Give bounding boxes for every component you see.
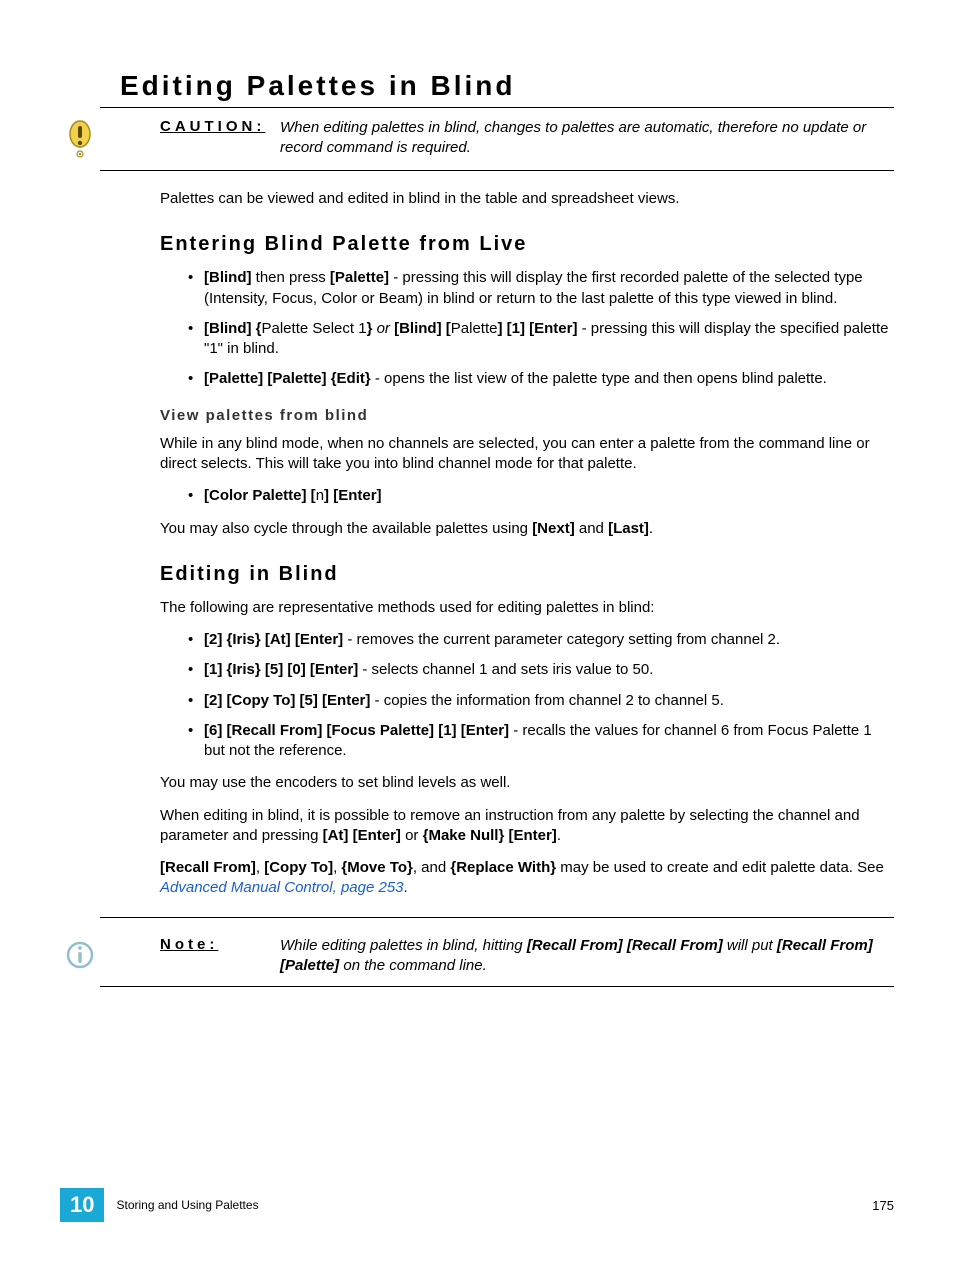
main-content: Palettes can be viewed and edited in bli…	[160, 189, 894, 899]
note-rule-bottom	[100, 986, 894, 987]
note-rule-top	[100, 917, 894, 918]
section2-list: [2] {Iris} [At] [Enter] - removes the cu…	[188, 630, 894, 761]
chapter-number: 10	[60, 1188, 104, 1222]
paragraph: While in any blind mode, when no channel…	[160, 434, 894, 475]
caution-label: CAUTION:	[160, 118, 280, 135]
section2-heading: Editing in Blind	[160, 561, 894, 588]
list-item: [Blind] {Palette Select 1} or [Blind] [P…	[188, 319, 894, 360]
info-icon	[66, 938, 94, 972]
note-text: While editing palettes in blind, hitting…	[280, 936, 894, 977]
caution-text: When editing palettes in blind, changes …	[280, 118, 894, 159]
page-title: Editing Palettes in Blind	[120, 70, 894, 102]
list-item: [2] {Iris} [At] [Enter] - removes the cu…	[188, 630, 894, 650]
paragraph: When editing in blind, it is possible to…	[160, 806, 894, 847]
intro-paragraph: Palettes can be viewed and edited in bli…	[160, 189, 894, 209]
list-item: [1] {Iris} [5] [0] [Enter] - selects cha…	[188, 660, 894, 680]
paragraph: You may use the encoders to set blind le…	[160, 773, 894, 793]
section1-heading: Entering Blind Palette from Live	[160, 231, 894, 258]
page-footer: 10 Storing and Using Palettes 175	[60, 1188, 894, 1222]
paragraph: [Recall From], [Copy To], {Move To}, and…	[160, 858, 894, 899]
note-label: Note:	[160, 936, 280, 953]
section1-sub-list: [Color Palette] [n] [Enter]	[188, 486, 894, 506]
list-item: [Color Palette] [n] [Enter]	[188, 486, 894, 506]
caution-icon	[66, 120, 94, 160]
section1-subheading: View palettes from blind	[160, 406, 894, 426]
list-item: [Palette] [Palette] {Edit} - opens the l…	[188, 369, 894, 389]
caution-callout: CAUTION: When editing palettes in blind,…	[60, 118, 894, 160]
section1-list: [Blind] then press [Palette] - pressing …	[188, 268, 894, 389]
paragraph: You may also cycle through the available…	[160, 519, 894, 539]
note-callout: Note: While editing palettes in blind, h…	[60, 936, 894, 977]
page-number: 175	[872, 1198, 894, 1213]
cross-ref-link[interactable]: Advanced Manual Control, page 253	[160, 879, 404, 896]
list-item: [6] [Recall From] [Focus Palette] [1] [E…	[188, 721, 894, 762]
list-item: [2] [Copy To] [5] [Enter] - copies the i…	[188, 691, 894, 711]
caution-rule	[100, 170, 894, 171]
footer-title: Storing and Using Palettes	[116, 1198, 872, 1212]
list-item: [Blind] then press [Palette] - pressing …	[188, 268, 894, 309]
title-rule	[100, 107, 894, 108]
paragraph: The following are representative methods…	[160, 598, 894, 618]
